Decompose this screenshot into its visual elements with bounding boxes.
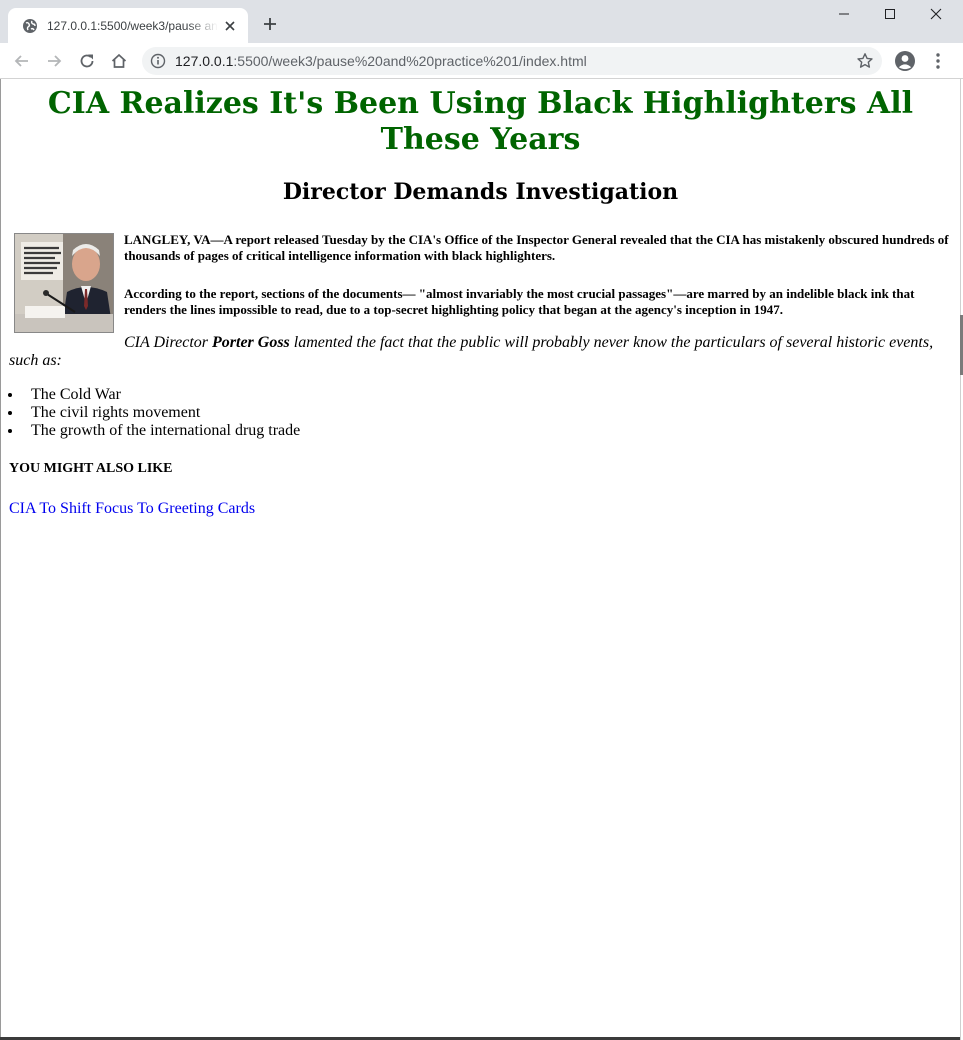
article: CIA Realizes It's Been Using Black Highl… [1,86,960,518]
star-icon[interactable] [856,52,874,70]
forward-arrow-icon [48,55,62,67]
page-viewport: CIA Realizes It's Been Using Black Highl… [0,79,960,1040]
browser-titlebar: 127.0.0.1:5500/week3/pause and practice … [0,0,963,43]
article-headline: CIA Realizes It's Been Using Black Highl… [47,86,914,157]
close-window-button[interactable] [913,4,959,24]
url-host: 127.0.0.1 [175,53,234,69]
close-window-icon [930,8,942,20]
list-item: The Cold War [23,386,952,404]
list-item: The civil rights movement [23,404,952,422]
quote-intro: CIA Director [124,334,212,351]
article-subheadline: Director Demands Investigation [282,179,679,205]
events-list: The Cold War The civil rights movement T… [9,386,952,440]
kebab-menu-icon[interactable] [928,51,948,71]
close-icon[interactable] [222,18,238,34]
article-lead: LANGLEY, VA—A report released Tuesday by… [124,232,949,263]
browser-tab[interactable]: 127.0.0.1:5500/week3/pause and practice … [8,8,248,43]
home-button[interactable] [109,51,129,71]
maximize-button[interactable] [867,4,913,24]
article-paragraph-2: According to the report, sections of the… [124,286,915,317]
forward-button[interactable] [44,51,64,71]
porter-goss-photo [14,233,114,333]
plus-icon[interactable] [262,16,278,32]
home-icon [111,53,127,68]
reload-icon [80,54,94,68]
related-article-link[interactable]: CIA To Shift Focus To Greeting Cards [9,500,255,518]
tab-title: 127.0.0.1:5500/week3/pause and practice … [47,18,218,33]
related-heading: YOU MIGHT ALSO LIKE [9,461,173,476]
info-icon[interactable] [150,53,166,69]
profile-icon[interactable] [894,50,916,72]
article-quote: CIA Director Porter Goss lamented the fa… [9,334,952,370]
maximize-icon [885,9,895,19]
url-text[interactable]: 127.0.0.1:5500/week3/pause%20and%20pract… [175,47,587,75]
back-button[interactable] [12,51,32,71]
minimize-icon [839,13,849,15]
reload-button[interactable] [77,51,97,71]
globe-icon [23,18,37,33]
browser-toolbar: 127.0.0.1:5500/week3/pause%20and%20pract… [0,43,963,79]
director-name: Porter Goss [212,334,290,351]
back-arrow-icon [14,55,28,67]
minimize-button[interactable] [821,4,867,24]
address-bar[interactable]: 127.0.0.1:5500/week3/pause%20and%20pract… [142,47,882,75]
url-path: :5500/week3/pause%20and%20practice%201/i… [233,53,587,69]
list-item: The growth of the international drug tra… [23,422,952,440]
